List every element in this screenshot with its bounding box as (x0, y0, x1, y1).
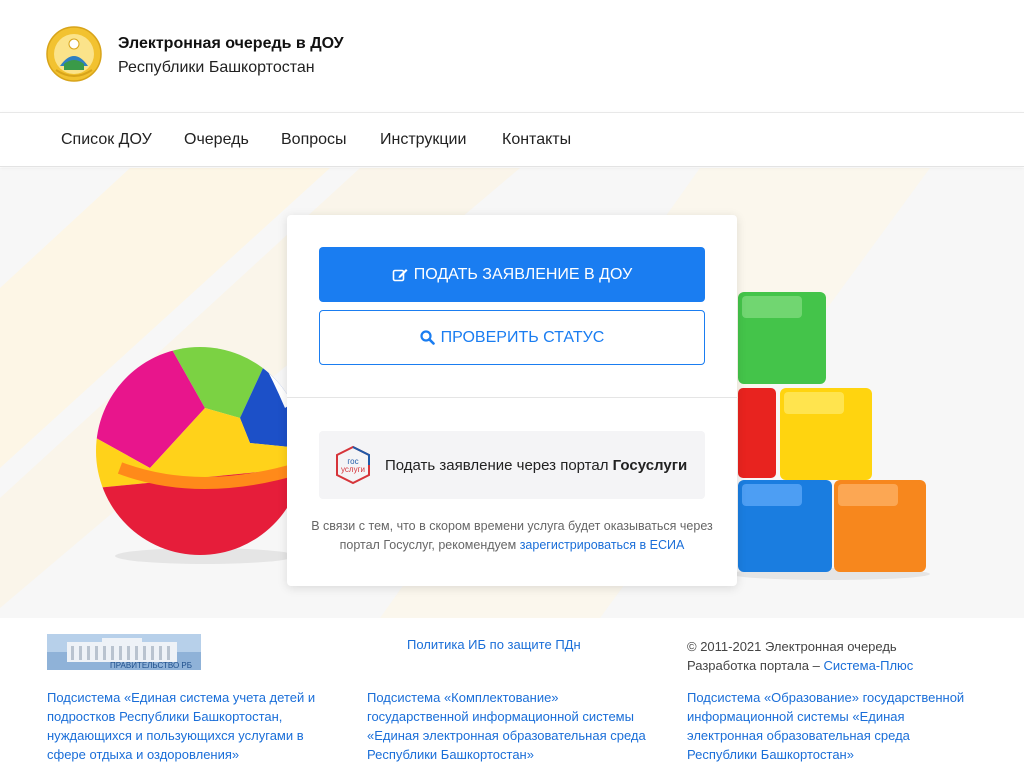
site-subtitle: Республики Башкортостан (118, 59, 315, 76)
gosuslugi-name: Госуслуги (612, 456, 688, 474)
esia-notice: В связи с тем, что в скором времени услу… (311, 519, 713, 552)
gosuslugi-logo-icon: гос услуги (336, 445, 370, 485)
subsystem-children-recreation-link[interactable]: Подсистема «Единая система учета детей и… (47, 688, 342, 768)
application-card: ПОДАТЬ ЗАЯВЛЕНИЕ В ДОУ ПРОВЕРИТЬ СТАТУС … (287, 215, 737, 586)
main-nav: Список ДОУ Очередь Вопросы Инструкции Ко… (0, 112, 1024, 167)
nav-item-queue[interactable]: Очередь (184, 131, 249, 149)
subsystem-enrollment-link[interactable]: Подсистема «Комплектование» государствен… (367, 688, 662, 764)
bashkortostan-emblem-logo[interactable] (46, 26, 102, 82)
toy-ball-image (96, 347, 304, 564)
search-icon (420, 330, 435, 345)
check-status-button[interactable]: ПРОВЕРИТЬ СТАТУС (319, 310, 705, 365)
privacy-policy-link[interactable]: Политика ИБ по защите ПДн (407, 637, 581, 652)
submit-application-button[interactable]: ПОДАТЬ ЗАЯВЛЕНИЕ В ДОУ (319, 247, 705, 302)
government-rb-banner[interactable]: ПРАВИТЕЛЬСТВО РБ (47, 634, 201, 670)
esia-register-link[interactable]: зарегистрироваться в ЕСИА (520, 538, 685, 552)
submit-application-label: ПОДАТЬ ЗАЯВЛЕНИЕ В ДОУ (413, 265, 633, 283)
site-footer: ПРАВИТЕЛЬСТВО РБ Политика ИБ по защите П… (0, 618, 1024, 768)
svg-text:услуги: услуги (341, 465, 365, 474)
edit-icon (392, 268, 408, 281)
nav-item-instructions[interactable]: Инструкции (380, 131, 466, 149)
copyright-block: © 2011-2021 Электронная очередь Разработ… (687, 637, 913, 675)
nav-item-kindergarten-list[interactable]: Список ДОУ (61, 131, 152, 149)
nav-item-contacts[interactable]: Контакты (502, 131, 571, 149)
gosuslugi-apply-link[interactable]: гос услуги Подать заявление через портал… (319, 431, 705, 499)
nav-item-questions[interactable]: Вопросы (281, 131, 347, 149)
site-header: Электронная очередь в ДОУ Республики Баш… (0, 0, 1024, 112)
developer-text: Разработка портала – Система-Плюс (687, 658, 914, 673)
gosuslugi-apply-text: Подать заявление через портал Госуслуги (385, 456, 688, 474)
check-status-label: ПРОВЕРИТЬ СТАТУС (440, 328, 605, 346)
card-divider (287, 397, 737, 398)
site-title: Электронная очередь в ДОУ (118, 35, 344, 52)
developer-link[interactable]: Система-Плюс (823, 658, 913, 673)
svg-text:ПРАВИТЕЛЬСТВО РБ: ПРАВИТЕЛЬСТВО РБ (110, 661, 192, 670)
toy-blocks-image (730, 292, 930, 580)
subsystem-education-link[interactable]: Подсистема «Образование» государственной… (687, 688, 982, 764)
copyright-text: © 2011-2021 Электронная очередь (687, 639, 897, 654)
